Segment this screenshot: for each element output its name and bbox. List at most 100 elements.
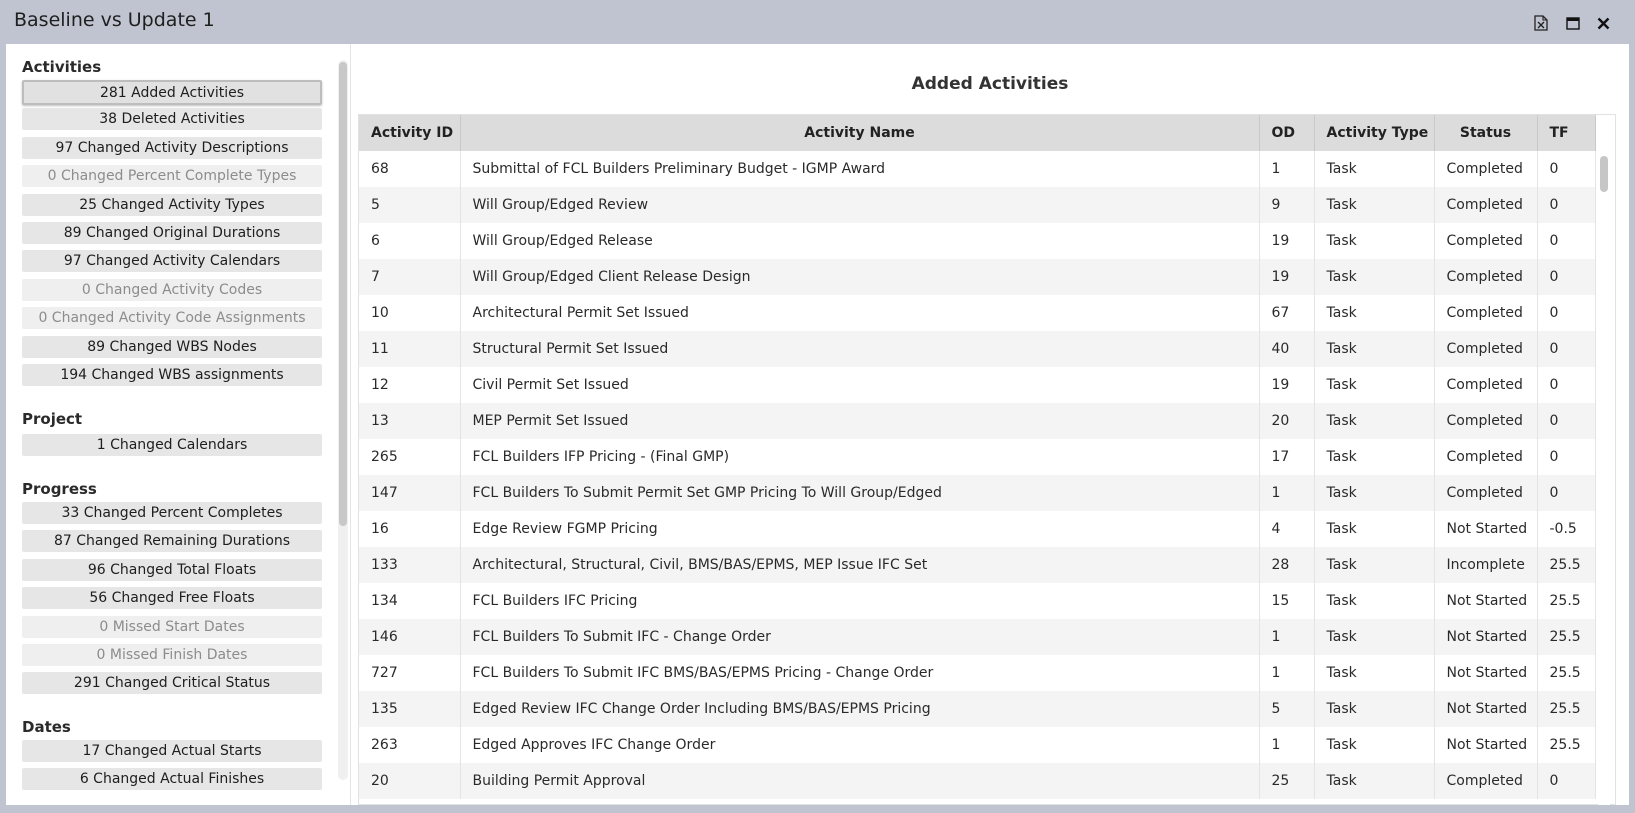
table-row[interactable]: 133 Architectural, Structural, Civil, BMS… bbox=[359, 547, 1596, 583]
cell-activity-type: Task bbox=[1314, 439, 1435, 475]
close-icon[interactable] bbox=[1592, 12, 1614, 34]
column-header-activity-name[interactable]: Activity Name bbox=[460, 115, 1260, 151]
table-row[interactable]: 7 Will Group/Edged Client Release Design 1… bbox=[359, 259, 1596, 295]
sidebar-item-changed-activity-descriptions[interactable]: 97 Changed Activity Descriptions bbox=[22, 137, 322, 159]
cell-status: Completed bbox=[1434, 223, 1538, 259]
cell-activity-name: Civil Permit Set Issued bbox=[460, 367, 1260, 403]
sidebar-item-deleted-activities[interactable]: 38 Deleted Activities bbox=[22, 108, 322, 130]
cell-tf: 25.5 bbox=[1537, 727, 1596, 763]
sidebar-item-changed-total-floats[interactable]: 96 Changed Total Floats bbox=[22, 559, 322, 581]
excel-export-icon[interactable] bbox=[1530, 12, 1552, 34]
cell-tf: 0 bbox=[1537, 367, 1596, 403]
sidebar-item-changed-critical-status[interactable]: 291 Changed Critical Status bbox=[22, 672, 322, 694]
cell-od: 19 bbox=[1259, 367, 1315, 403]
cell-activity-name: Structural Permit Set Issued bbox=[460, 331, 1260, 367]
section-heading-activities: Activities bbox=[22, 58, 102, 76]
cell-od: 1 bbox=[1259, 151, 1315, 187]
cell-tf: -0.5 bbox=[1537, 511, 1596, 547]
sidebar-item-changed-actual-starts[interactable]: 17 Changed Actual Starts bbox=[22, 740, 322, 762]
cell-activity-name: FCL Builders IFP Pricing - (Final GMP) bbox=[460, 439, 1260, 475]
sidebar-item-missed-finish-dates[interactable]: 0 Missed Finish Dates bbox=[22, 644, 322, 666]
sidebar-item-changed-activity-code-assignments[interactable]: 0 Changed Activity Code Assignments bbox=[22, 307, 322, 329]
cell-tf: 25.5 bbox=[1537, 691, 1596, 727]
dialog-content: Activities 281 Added Activities 38 Deleted… bbox=[6, 44, 1629, 805]
sidebar-item-changed-wbs-assignments[interactable]: 194 Changed WBS assignments bbox=[22, 364, 322, 386]
cell-od: 28 bbox=[1259, 547, 1315, 583]
cell-activity-id: 727 bbox=[359, 655, 461, 691]
table-row[interactable]: 135 Edged Review IFC Change Order Includi… bbox=[359, 691, 1596, 727]
sidebar-scrollbar[interactable] bbox=[338, 60, 348, 780]
activities-table-container: Activity ID Activity Name OD Activity Ty… bbox=[358, 114, 1616, 805]
cell-activity-id: 68 bbox=[359, 151, 461, 187]
cell-activity-name: Will Group/Edged Release bbox=[460, 223, 1260, 259]
cell-status: Completed bbox=[1434, 331, 1538, 367]
cell-activity-type: Task bbox=[1314, 511, 1435, 547]
table-row[interactable]: 20 Building Permit Approval 25 Task Complete… bbox=[359, 763, 1596, 799]
cell-activity-name: Architectural, Structural, Civil, BMS/BA… bbox=[460, 547, 1260, 583]
table-row[interactable]: 11 Structural Permit Set Issued 40 Task Comp… bbox=[359, 331, 1596, 367]
sidebar-item-changed-activity-calendars[interactable]: 97 Changed Activity Calendars bbox=[22, 250, 322, 272]
cell-od: 1 bbox=[1259, 619, 1315, 655]
cell-status: Not Started bbox=[1434, 583, 1538, 619]
table-row[interactable]: 263 Edged Approves IFC Change Order 1 Task N… bbox=[359, 727, 1596, 763]
table-row[interactable]: 16 Edge Review FGMP Pricing 4 Task Not Start… bbox=[359, 511, 1596, 547]
title-bar: Baseline vs Update 1 bbox=[0, 0, 1635, 44]
table-row[interactable]: 12 Civil Permit Set Issued 19 Task Completed… bbox=[359, 367, 1596, 403]
sidebar-item-changed-remaining-durations[interactable]: 87 Changed Remaining Durations bbox=[22, 530, 322, 552]
table-row[interactable]: 146 FCL Builders To Submit IFC - Change O… bbox=[359, 619, 1596, 655]
cell-tf: 0 bbox=[1537, 259, 1596, 295]
maximize-icon[interactable] bbox=[1562, 12, 1584, 34]
sidebar-item-changed-activity-codes[interactable]: 0 Changed Activity Codes bbox=[22, 279, 322, 301]
cell-activity-name: Edged Approves IFC Change Order bbox=[460, 727, 1260, 763]
table-row[interactable]: 13 MEP Permit Set Issued 20 Task Completed 0 bbox=[359, 403, 1596, 439]
column-header-od[interactable]: OD bbox=[1259, 115, 1315, 151]
sidebar-item-changed-calendars[interactable]: 1 Changed Calendars bbox=[22, 434, 322, 456]
table-row[interactable]: 6 Will Group/Edged Release 19 Task Completed… bbox=[359, 223, 1596, 259]
sidebar-scrollbar-thumb[interactable] bbox=[339, 62, 347, 526]
sidebar-item-changed-actual-finishes[interactable]: 6 Changed Actual Finishes bbox=[22, 768, 322, 790]
cell-activity-type: Task bbox=[1314, 259, 1435, 295]
sidebar-item-changed-percent-complete-types[interactable]: 0 Changed Percent Complete Types bbox=[22, 165, 322, 187]
table-row[interactable]: 68 Submittal of FCL Builders Preliminary … bbox=[359, 151, 1596, 187]
table-row[interactable]: 10 Architectural Permit Set Issued 67 Task C… bbox=[359, 295, 1596, 331]
cell-activity-type: Task bbox=[1314, 331, 1435, 367]
table-row[interactable]: 134 FCL Builders IFC Pricing 15 Task Not Sta… bbox=[359, 583, 1596, 619]
cell-activity-id: 263 bbox=[359, 727, 461, 763]
cell-activity-name: Edged Review IFC Change Order Including … bbox=[460, 691, 1260, 727]
cell-status: Incomplete bbox=[1434, 547, 1538, 583]
sidebar-item-added-activities[interactable]: 281 Added Activities bbox=[22, 80, 322, 105]
cell-activity-id: 5 bbox=[359, 187, 461, 223]
sidebar-item-changed-activity-types[interactable]: 25 Changed Activity Types bbox=[22, 194, 322, 216]
cell-tf: 0 bbox=[1537, 763, 1596, 799]
sidebar-item-changed-free-floats[interactable]: 56 Changed Free Floats bbox=[22, 587, 322, 609]
column-header-tf[interactable]: TF bbox=[1537, 115, 1596, 151]
window-title: Baseline vs Update 1 bbox=[14, 9, 215, 31]
cell-activity-type: Task bbox=[1314, 367, 1435, 403]
cell-status: Not Started bbox=[1434, 511, 1538, 547]
cell-od: 1 bbox=[1259, 655, 1315, 691]
table-row[interactable]: 5 Will Group/Edged Review 9 Task Completed 0 bbox=[359, 187, 1596, 223]
cell-status: Completed bbox=[1434, 295, 1538, 331]
column-header-status[interactable]: Status bbox=[1434, 115, 1538, 151]
cell-status: Completed bbox=[1434, 367, 1538, 403]
cell-od: 19 bbox=[1259, 223, 1315, 259]
table-row[interactable]: 147 FCL Builders To Submit Permit Set GMP… bbox=[359, 475, 1596, 511]
cell-activity-id: 265 bbox=[359, 439, 461, 475]
cell-od: 4 bbox=[1259, 511, 1315, 547]
column-header-activity-type[interactable]: Activity Type bbox=[1314, 115, 1435, 151]
activities-table: Activity ID Activity Name OD Activity Ty… bbox=[359, 115, 1596, 799]
column-header-activity-id[interactable]: Activity ID bbox=[359, 115, 461, 151]
sidebar-item-changed-original-durations[interactable]: 89 Changed Original Durations bbox=[22, 222, 322, 244]
cell-activity-name: FCL Builders To Submit IFC - Change Orde… bbox=[460, 619, 1260, 655]
table-row[interactable]: 727 FCL Builders To Submit IFC BMS/BAS/EP… bbox=[359, 655, 1596, 691]
cell-activity-id: 135 bbox=[359, 691, 461, 727]
cell-status: Completed bbox=[1434, 403, 1538, 439]
table-scrollbar[interactable] bbox=[1598, 150, 1610, 805]
sidebar-item-changed-percent-completes[interactable]: 33 Changed Percent Completes bbox=[22, 502, 322, 524]
cell-activity-name: Will Group/Edged Client Release Design bbox=[460, 259, 1260, 295]
table-scrollbar-thumb[interactable] bbox=[1600, 156, 1608, 192]
sidebar-item-changed-wbs-nodes[interactable]: 89 Changed WBS Nodes bbox=[22, 336, 322, 358]
table-row[interactable]: 265 FCL Builders IFP Pricing - (Final GMP… bbox=[359, 439, 1596, 475]
sidebar-item-missed-start-dates[interactable]: 0 Missed Start Dates bbox=[22, 616, 322, 638]
cell-tf: 0 bbox=[1537, 187, 1596, 223]
